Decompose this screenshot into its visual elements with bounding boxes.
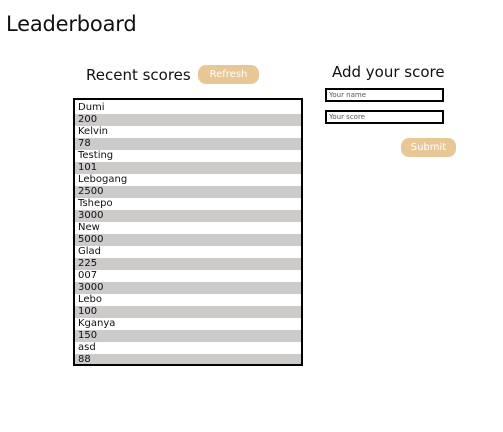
entry-score: 101	[75, 162, 301, 174]
entry-score: 150	[75, 330, 301, 342]
refresh-button[interactable]: Refresh	[198, 65, 259, 84]
recent-scores-title: Recent scores	[86, 66, 191, 84]
add-score-title: Add your score	[332, 63, 445, 81]
page-title: Leaderboard	[6, 12, 137, 36]
name-input[interactable]	[325, 88, 444, 102]
score-input[interactable]	[325, 110, 444, 124]
entry-score: 2500	[75, 186, 301, 198]
scores-list-box: Dumi 200 Kelvin 78 Testing 101 Lebogang …	[73, 98, 303, 366]
entry-name: 007	[75, 270, 301, 282]
entry-name: Lebo	[75, 294, 301, 306]
entry-name: Lebogang	[75, 174, 301, 186]
entry-name: Kganya	[75, 318, 301, 330]
entry-name: Testing	[75, 150, 301, 162]
submit-button[interactable]: Submit	[401, 138, 456, 157]
entry-name: Kelvin	[75, 126, 301, 138]
entry-score: 78	[75, 138, 301, 150]
entry-score: 100	[75, 306, 301, 318]
entry-name: New	[75, 222, 301, 234]
entry-name: Tshepo	[75, 198, 301, 210]
entry-score: 3000	[75, 282, 301, 294]
entry-score: 3000	[75, 210, 301, 222]
entry-score: 5000	[75, 234, 301, 246]
score-list: Dumi 200 Kelvin 78 Testing 101 Lebogang …	[75, 100, 301, 364]
entry-name: Glad	[75, 246, 301, 258]
entry-name: asd	[75, 342, 301, 354]
entry-name: Dumi	[75, 102, 301, 114]
entry-score: 200	[75, 114, 301, 126]
entry-score: 88	[75, 354, 301, 364]
entry-score: 225	[75, 258, 301, 270]
